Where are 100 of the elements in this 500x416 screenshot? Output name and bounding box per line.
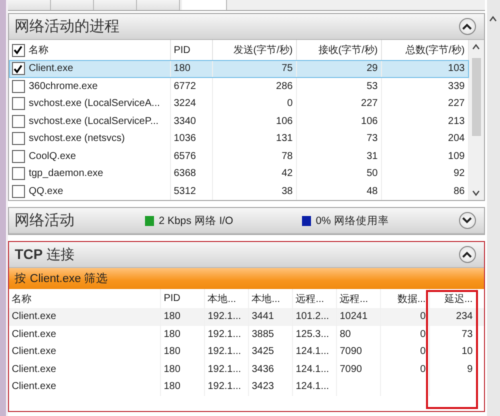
table-cell: 7090	[340, 364, 362, 375]
checkbox[interactable]	[12, 184, 25, 198]
process-row[interactable]: svchost.exe (netsvcs) 1036 131 73 204	[8, 130, 469, 148]
table-cell: 73	[462, 328, 473, 340]
column-header[interactable]: 远程...	[296, 292, 324, 306]
table-cell: 0	[420, 311, 426, 322]
table-cell: 286	[276, 80, 293, 92]
filter-label: 按 Client.exe 筛选	[14, 272, 108, 286]
section-title: 网络活动	[14, 211, 76, 230]
checkbox[interactable]	[12, 150, 25, 163]
table-cell: 6368	[174, 168, 196, 180]
table-cell: 10241	[340, 311, 368, 322]
column-header[interactable]: 接收(字节/秒)	[318, 43, 378, 57]
column-header[interactable]: 本地...	[208, 292, 236, 306]
table-cell: 29	[366, 63, 378, 74]
table-cell: 73	[366, 133, 378, 144]
table-cell: 38	[282, 186, 293, 197]
column-header[interactable]: 数据...	[397, 292, 426, 306]
process-row[interactable]: tgp_daemon.exe 6368 42 50 92	[8, 165, 469, 182]
table-cell: 3436	[252, 364, 274, 375]
table-cell: 0	[420, 364, 426, 375]
collapse-button[interactable]	[458, 18, 476, 35]
process-row[interactable]: CoolQ.exe 6576 78 31 109	[8, 148, 469, 165]
chevron-icon	[462, 251, 472, 258]
table-cell: 124.1...	[296, 346, 330, 358]
expand-button[interactable]	[458, 212, 476, 229]
table-cell: 339	[448, 80, 465, 92]
checkbox[interactable]	[12, 97, 25, 110]
table-cell: 1036	[174, 133, 196, 144]
process-row[interactable]: Client.exe 180 75 29 103	[8, 60, 469, 78]
table-cell: 192.1...	[208, 381, 242, 392]
table-cell: 92	[454, 168, 465, 180]
checkbox[interactable]	[12, 80, 25, 93]
table-cell: 75	[282, 63, 293, 74]
table-cell: 213	[448, 116, 465, 127]
chevron-icon	[462, 23, 472, 30]
column-header[interactable]: 远程...	[340, 292, 368, 306]
column-header[interactable]: 发送(字节/秒)	[233, 43, 293, 57]
table-cell: 3885	[252, 328, 274, 340]
checkbox[interactable]	[12, 44, 25, 56]
checkbox[interactable]	[12, 132, 25, 146]
column-header[interactable]: 名称	[12, 292, 32, 306]
table-cell: 109	[448, 150, 465, 162]
legend-label: 2 Kbps 网络 I/O	[158, 214, 234, 228]
table-cell: Client.exe	[12, 328, 56, 340]
table-cell: 53	[366, 80, 378, 92]
checkbox[interactable]	[12, 62, 25, 76]
table-cell: 80	[340, 328, 351, 340]
column-header[interactable]: 总数(字节/秒)	[405, 43, 465, 57]
table-cell: 3423	[252, 381, 274, 392]
scroll-down-icon[interactable]	[472, 190, 480, 196]
table-cell: 131	[276, 133, 293, 144]
table-cell: 10	[462, 346, 473, 358]
table-cell: 3340	[174, 116, 196, 127]
process-row[interactable]: 360chrome.exe 6772 286 53 339	[8, 78, 469, 95]
table-cell: 5312	[174, 186, 196, 197]
table-cell: 106	[361, 116, 378, 127]
table-cell: 101.2...	[296, 311, 330, 322]
table-cell: Client.exe	[28, 63, 74, 74]
table-cell: 0	[420, 346, 426, 358]
column-header[interactable]: 本地...	[252, 292, 280, 306]
scrollbar[interactable]	[468, 40, 484, 200]
table-cell: 9	[467, 364, 473, 375]
process-row[interactable]: svchost.exe (LocalServiceA... 3224 0 227 227	[8, 95, 469, 112]
process-row[interactable]: QQ.exe 5312 38 48 86	[8, 182, 469, 200]
column-header[interactable]: 名称	[28, 43, 49, 57]
scroll-up-icon[interactable]	[472, 44, 480, 50]
table-cell: 0	[420, 328, 426, 340]
table-cell: 48	[366, 186, 378, 197]
collapse-button[interactable]	[458, 246, 476, 263]
table-cell: Client.exe	[12, 381, 56, 392]
table-cell: 360chrome.exe	[28, 80, 98, 92]
table-cell: 192.1...	[208, 346, 242, 358]
table-cell: 7090	[340, 346, 362, 358]
column-header[interactable]: 延迟...	[444, 292, 473, 306]
column-header[interactable]: PID	[174, 44, 190, 56]
table-cell: Client.exe	[12, 346, 56, 358]
table-cell: 86	[454, 186, 465, 197]
table-cell: 125.3...	[296, 328, 330, 340]
table-cell: 6772	[174, 80, 196, 92]
table-cell: 6576	[174, 150, 196, 162]
table-cell: 180	[174, 63, 190, 74]
process-row[interactable]: svchost.exe (LocalServiceP... 3340 106 106 213	[8, 112, 469, 130]
table-cell: 204	[448, 133, 465, 144]
table-cell: 234	[456, 311, 473, 322]
table-cell: 192.1...	[208, 364, 242, 375]
table-cell: 227	[361, 98, 378, 110]
table-cell: 180	[164, 328, 180, 340]
table-cell: 31	[366, 150, 378, 162]
scroll-up-icon[interactable]	[489, 16, 498, 22]
checkbox[interactable]	[12, 167, 25, 180]
table-cell: 50	[366, 168, 378, 180]
table-cell: 180	[164, 311, 180, 322]
table-cell: 180	[164, 364, 180, 375]
table-cell: 78	[282, 150, 293, 162]
checkbox[interactable]	[12, 114, 25, 128]
scrollbar[interactable]	[486, 0, 500, 416]
column-header[interactable]: PID	[164, 293, 180, 304]
table-cell: tgp_daemon.exe	[28, 168, 104, 180]
table-cell: 180	[164, 381, 180, 392]
